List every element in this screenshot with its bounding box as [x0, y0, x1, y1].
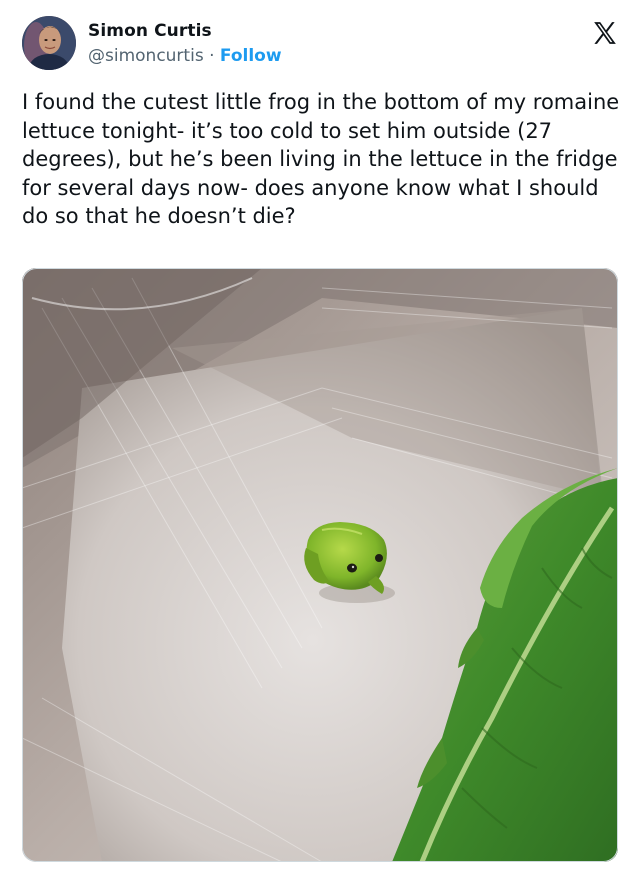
- user-handle[interactable]: @simoncurtis: [88, 46, 204, 66]
- user-info: Simon Curtis @simoncurtis · Follow: [88, 20, 282, 68]
- avatar[interactable]: [22, 16, 76, 70]
- tweet-header: Simon Curtis @simoncurtis · Follow: [22, 16, 622, 76]
- photo-frog-in-lettuce-container: [22, 268, 618, 862]
- tweet-text: I found the cutest little frog in the bo…: [22, 90, 620, 228]
- avatar-image: [22, 16, 76, 70]
- tweet-photo[interactable]: [22, 268, 618, 862]
- tweet-card: Simon Curtis @simoncurtis · Follow I fou…: [0, 0, 640, 870]
- handle-line: @simoncurtis · Follow: [88, 44, 282, 68]
- separator-dot: ·: [209, 46, 215, 66]
- follow-button[interactable]: Follow: [220, 46, 282, 66]
- x-logo-icon[interactable]: [592, 20, 618, 46]
- display-name[interactable]: Simon Curtis: [88, 20, 282, 42]
